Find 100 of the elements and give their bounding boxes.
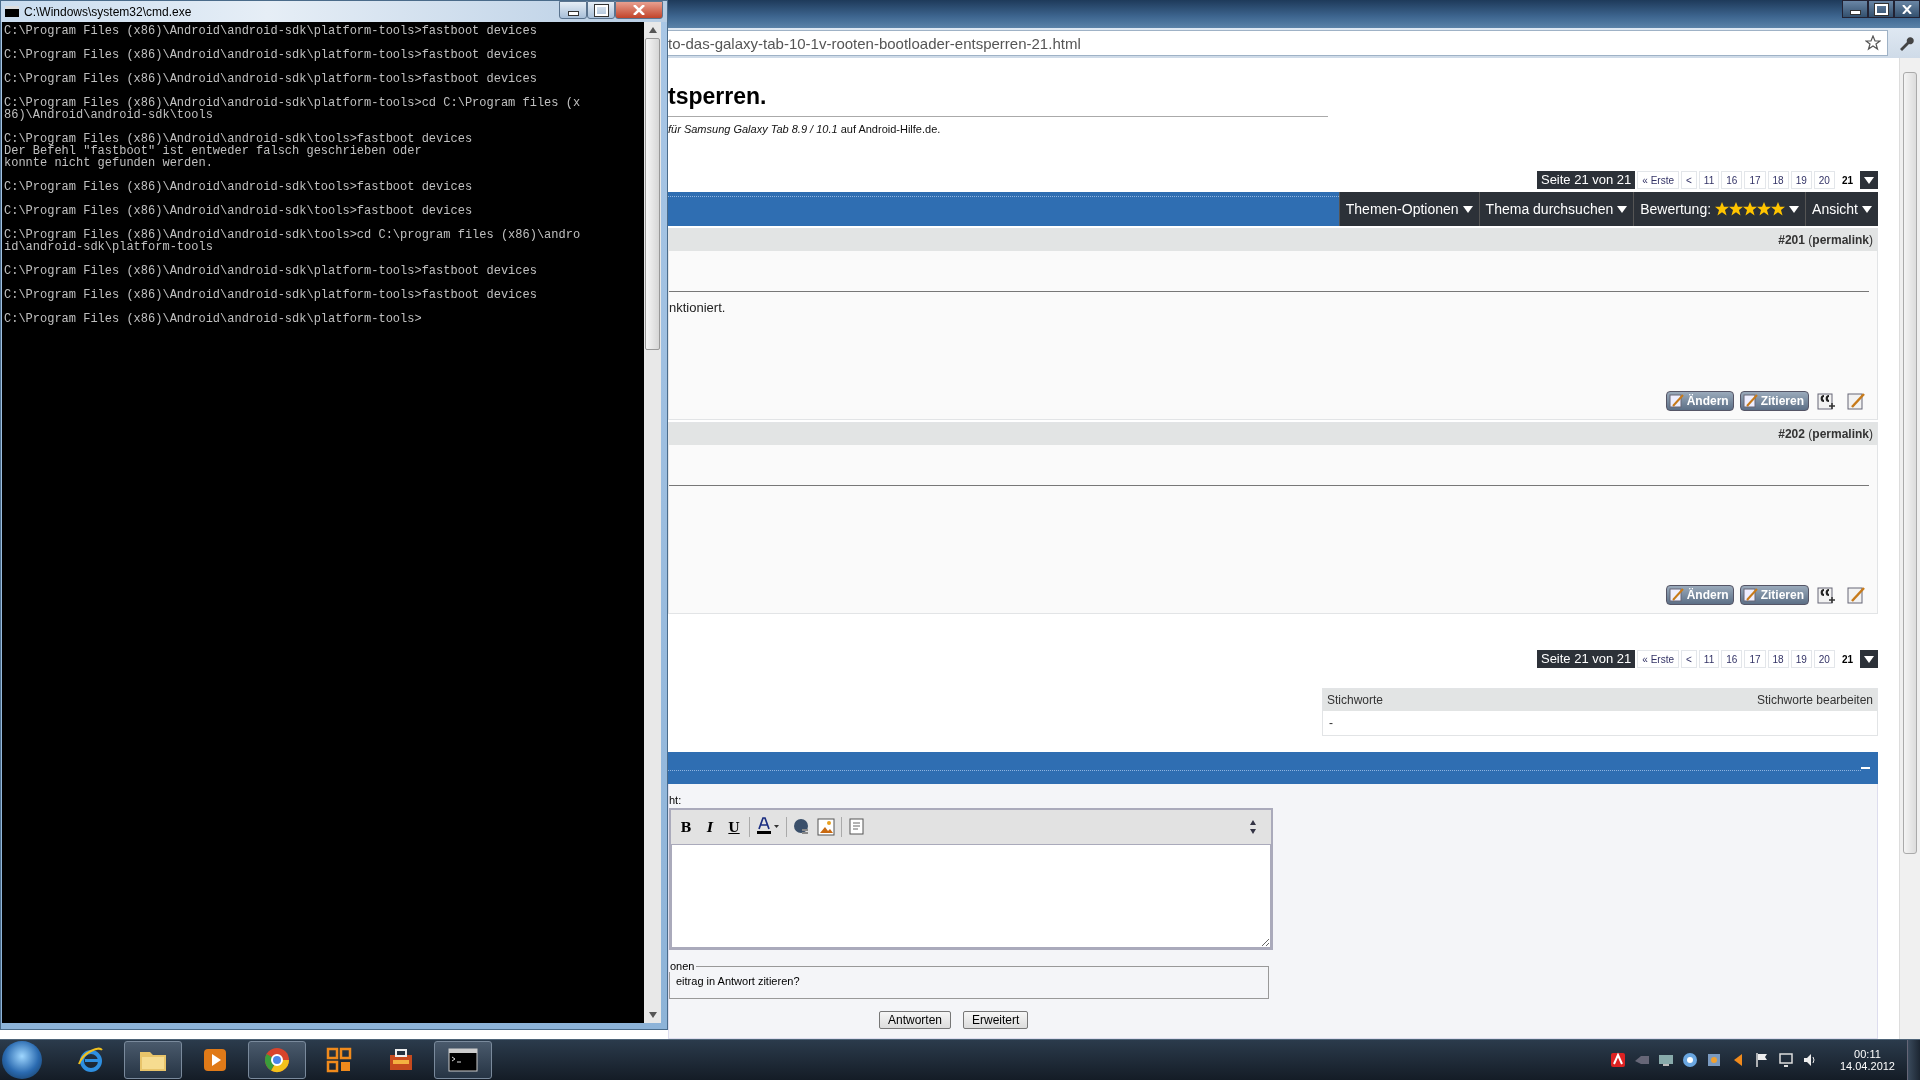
page-link[interactable]: < [1681, 650, 1697, 668]
show-desktop-button[interactable] [1907, 1040, 1920, 1080]
minimize-button[interactable] [1842, 0, 1868, 18]
page-link[interactable]: « Erste [1637, 171, 1679, 189]
post-number: #201 (permalink) [1778, 233, 1873, 247]
page-link[interactable]: 20 [1813, 171, 1835, 189]
dropdown-button[interactable]: Ansicht [1805, 192, 1878, 226]
caret-icon [1864, 176, 1874, 184]
page-count: Seite 21 von 21 [1536, 650, 1636, 668]
taskbar-app[interactable] [434, 1041, 492, 1079]
page-link[interactable]: 11 [1698, 650, 1720, 668]
console-line: C:\Program Files (x86)\Android\android-sdk\tools>cd C:\program files (x86)\andro [4, 229, 582, 241]
page-link[interactable]: 17 [1744, 650, 1766, 668]
subtitle: für Samsung Galaxy Tab 8.9 / 10.1 auf Android-Hilfe.de. [668, 123, 942, 135]
format-button[interactable]: I [701, 817, 719, 837]
tags-title: Stichworte [1327, 693, 1384, 707]
close-icon [1902, 4, 1912, 14]
page-link[interactable]: « Erste [1637, 650, 1679, 668]
message-label: ht: [669, 794, 683, 806]
bookmark-star-icon[interactable] [1865, 35, 1881, 51]
post-text: nktioniert. [669, 300, 726, 315]
console-line: C:\Program Files (x86)\Android\android-sdk\platform-tools>fastboot devices [4, 25, 538, 37]
caret-icon [1462, 205, 1473, 213]
taskbar-app[interactable] [248, 1041, 306, 1079]
message-field[interactable] [671, 844, 1271, 948]
advanced-button[interactable]: Erweitert [963, 1011, 1029, 1029]
page-link[interactable]: 21 [1836, 171, 1858, 189]
console-line: C:\Program Files (x86)\Android\android-sdk\platform-tools>fastboot devices [4, 49, 538, 61]
console-line: id\android-sdk\platform-tools [4, 241, 213, 253]
pencil-icon [1742, 394, 1759, 408]
address-bar[interactable]: to-das-galaxy-tab-10-1v-rooten-bootloader-entsperren-21.html [668, 30, 1888, 56]
console-line: C:\Program Files (x86)\Android\android-sdk\tools>fastboot devices [4, 181, 474, 193]
page-link[interactable]: 19 [1790, 650, 1812, 668]
console-line: Der Befehl "fastboot" ist entweder falsch geschrieben oder [4, 145, 423, 157]
flag-icon[interactable] [1753, 1052, 1770, 1068]
console-line: C:\Program Files (x86)\Android\android-sdk\platform-tools> [4, 313, 423, 325]
edit-button[interactable]: Ändern [1665, 391, 1734, 411]
format-button[interactable]: U [725, 817, 743, 837]
scroll-up-icon[interactable] [648, 27, 657, 33]
clock[interactable]: 00:11 14.04.2012 [1839, 1048, 1895, 1072]
dropdown-button[interactable]: Thema durchsuchen [1478, 192, 1634, 226]
console-line: konnte nicht gefunden werden. [4, 157, 214, 169]
caret-icon [1789, 205, 1800, 213]
caret-icon [1864, 655, 1874, 663]
scrollbar[interactable] [644, 22, 661, 1023]
console-line: C:\Program Files (x86)\Android\android-sdk\tools>fastboot devices [4, 205, 474, 217]
console-line: C:\Program Files (x86)\Android\android-sdk\platform-tools>fastboot devices [4, 265, 538, 277]
star-icon [1729, 202, 1744, 216]
star-icon [1743, 202, 1758, 216]
page-link[interactable]: 21 [1836, 650, 1858, 668]
minimize-button[interactable] [559, 1, 587, 19]
console-line: C:\Program Files (x86)\Android\android-sdk\platform-tools>cd C:\Program files (x [4, 97, 582, 109]
format-button[interactable]: B [677, 817, 695, 837]
maximize-button[interactable] [587, 1, 615, 19]
quote-icon[interactable] [848, 818, 866, 836]
page-link[interactable]: 17 [1744, 171, 1766, 189]
scroll-down-icon[interactable] [648, 1012, 657, 1018]
image-icon[interactable] [817, 818, 835, 836]
scrollbar[interactable] [1899, 58, 1920, 1039]
page-count: Seite 21 von 21 [1536, 171, 1636, 189]
page-link[interactable]: 16 [1721, 650, 1743, 668]
window-title: C:\Windows\system32\cmd.exe [24, 4, 192, 19]
thread-title: tsperren. [668, 82, 768, 110]
options-legend: onen [668, 960, 697, 972]
page-menu-button[interactable] [1860, 171, 1878, 189]
grid-icon [325, 1046, 353, 1074]
edit-tags-link[interactable]: Stichworte bearbeiten [1756, 693, 1873, 707]
close-button[interactable] [1894, 0, 1920, 18]
edit-button[interactable]: Ändern [1665, 585, 1734, 605]
post-number: #202 (permalink) [1778, 427, 1873, 441]
e-logo-icon [77, 1046, 105, 1074]
star-icon [1757, 202, 1772, 216]
close-icon [633, 5, 645, 15]
page-link[interactable]: 18 [1767, 650, 1789, 668]
console-line: C:\Program Files (x86)\Android\android-sdk\tools>fastboot devices [4, 133, 474, 145]
resize-arrows-icon[interactable] [1249, 818, 1257, 836]
dropdown-button[interactable]: Bewertung: [1633, 192, 1806, 226]
console-line: C:\Program Files (x86)\Android\android-sdk\platform-tools>fastboot devices [4, 289, 538, 301]
dropdown-button[interactable]: Themen-Optionen [1338, 192, 1479, 226]
start-button[interactable] [2, 1041, 42, 1079]
reply-button[interactable]: Antworten [879, 1011, 952, 1029]
console-line: 86)\Android\android-sdk\tools [4, 109, 213, 121]
quote-option-label: eitrag in Antwort zitieren? [676, 975, 800, 987]
clock-date: 14.04.2012 [1839, 1060, 1895, 1072]
page-link[interactable]: 16 [1721, 171, 1743, 189]
speaker-icon[interactable] [1801, 1052, 1818, 1068]
page-link[interactable]: 20 [1813, 650, 1835, 668]
maximize-button[interactable] [1868, 0, 1894, 18]
console-line: C:\Program Files (x86)\Android\android-sdk\platform-tools>fastboot devices [4, 73, 538, 85]
page-link[interactable]: 19 [1790, 171, 1812, 189]
page-link[interactable]: 18 [1767, 171, 1789, 189]
star-icon [1771, 202, 1786, 216]
shield-icon[interactable] [1609, 1052, 1626, 1068]
taskbar-app[interactable] [124, 1041, 182, 1079]
caret-icon [1617, 205, 1628, 213]
page-menu-button[interactable] [1860, 650, 1878, 668]
monitor-icon[interactable] [1657, 1052, 1674, 1068]
page-link[interactable]: 11 [1698, 171, 1720, 189]
tags-value: - [1329, 716, 1333, 730]
page-link[interactable]: < [1681, 171, 1697, 189]
